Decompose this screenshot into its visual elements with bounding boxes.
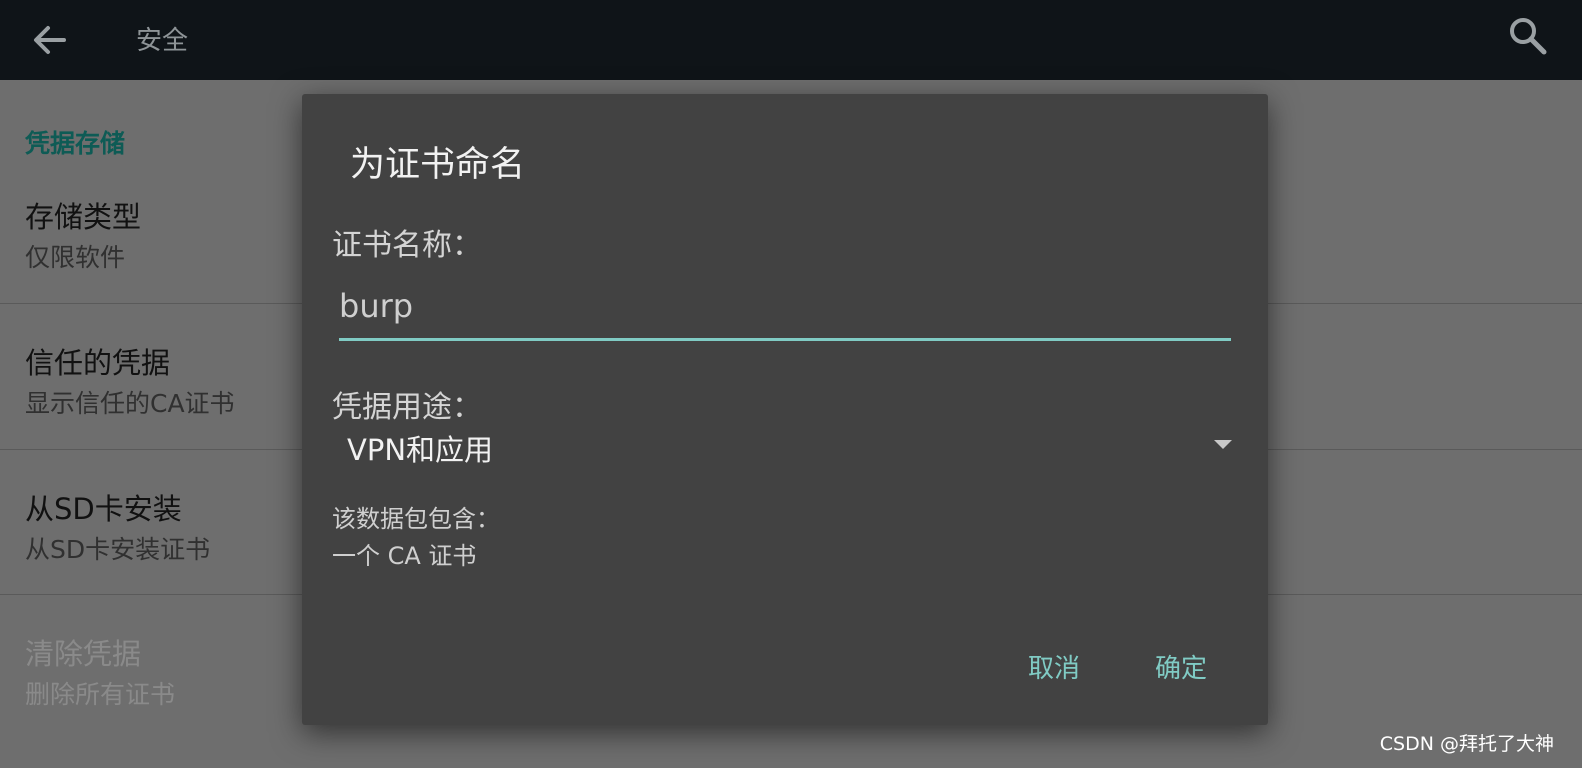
credential-usage-dropdown[interactable]: VPN和应用 <box>332 424 1232 470</box>
watermark: CSDN @拜托了大神 <box>1379 733 1554 755</box>
certificate-name-dialog: 为证书命名 证书名称： 凭据用途： VPN和应用 该数据包包含： 一个 CA 证… <box>302 94 1268 725</box>
package-contains-label: 该数据包包含： <box>332 505 500 533</box>
pref-title: 存储类型 <box>25 200 142 234</box>
search-button[interactable] <box>1506 14 1550 58</box>
arrow-left-icon <box>34 26 66 54</box>
certificate-name-label: 证书名称： <box>332 228 482 263</box>
pref-summary: 从SD卡安装证书 <box>25 535 211 564</box>
section-header-credential-storage: 凭据存储 <box>25 129 126 158</box>
pref-summary: 删除所有证书 <box>25 680 176 709</box>
pref-summary: 显示信任的CA证书 <box>25 389 235 418</box>
search-icon <box>1510 18 1547 55</box>
pref-title: 从SD卡安装 <box>25 492 182 526</box>
certificate-name-input[interactable] <box>339 280 1231 341</box>
pref-title: 清除凭据 <box>25 637 142 671</box>
cancel-button[interactable]: 取消 <box>1022 644 1086 689</box>
ok-button[interactable]: 确定 <box>1149 644 1213 689</box>
pref-summary: 仅限软件 <box>25 243 126 272</box>
dropdown-selected-value: VPN和应用 <box>347 433 494 467</box>
pref-title: 信任的凭据 <box>25 346 171 380</box>
package-contains-value: 一个 CA 证书 <box>332 542 477 570</box>
dialog-title: 为证书命名 <box>350 145 526 185</box>
back-button[interactable] <box>28 18 72 62</box>
credential-usage-label: 凭据用途： <box>332 390 482 425</box>
page-title: 安全 <box>136 26 189 56</box>
dropdown-arrow-icon <box>1214 440 1232 449</box>
app-bar: 安全 <box>0 0 1582 80</box>
